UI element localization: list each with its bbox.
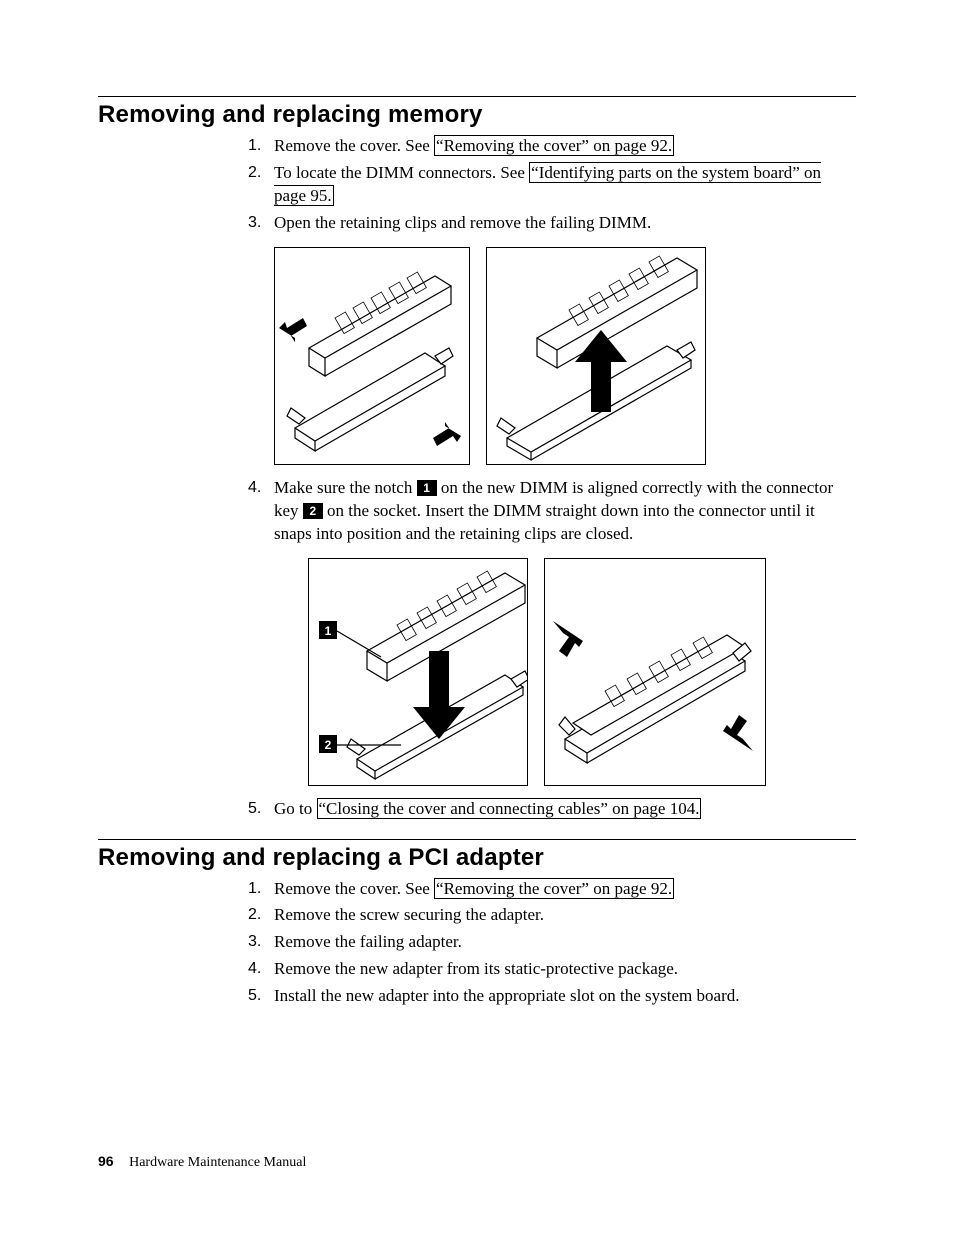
dimm-lift-illustration — [487, 248, 706, 465]
steps-memory: 1. Remove the cover. See “Removing the c… — [248, 135, 856, 235]
section-rule — [98, 96, 856, 97]
xref-removing-cover[interactable]: “Removing the cover” on page 92. — [434, 135, 674, 156]
step-number: 3. — [248, 212, 261, 234]
figure-clips-open — [274, 247, 470, 465]
callout-1: 1 — [417, 480, 437, 496]
step-text: To locate the DIMM connectors. See — [274, 163, 529, 182]
page-number: 96 — [98, 1153, 114, 1169]
dimm-insert-illustration: 1 2 — [309, 559, 528, 786]
step-text: Remove the cover. See — [274, 136, 434, 155]
xref-removing-cover[interactable]: “Removing the cover” on page 92. — [434, 878, 674, 899]
section1-content: 1. Remove the cover. See “Removing the c… — [248, 135, 856, 821]
section-rule — [98, 839, 856, 840]
section2-content: 1. Remove the cover. See “Removing the c… — [248, 878, 856, 1009]
step-number: 1. — [248, 135, 261, 157]
step-3: 3. Open the retaining clips and remove t… — [248, 212, 856, 235]
heading-memory: Removing and replacing memory — [98, 101, 856, 129]
step-text: Go to — [274, 799, 317, 818]
dimm-clip-open-illustration — [275, 248, 470, 465]
page: Removing and replacing memory 1. Remove … — [0, 0, 954, 1235]
callout-2: 2 — [303, 503, 323, 519]
figure-clips-close — [544, 558, 766, 786]
step-text-a: Make sure the notch — [274, 478, 417, 497]
step-text: Remove the cover. See — [274, 879, 434, 898]
step-number: 2. — [248, 162, 261, 184]
figure-row-2: 1 2 — [308, 558, 856, 786]
step-text: Remove the new adapter from its static-p… — [274, 959, 678, 978]
footer-title: Hardware Maintenance Manual — [129, 1155, 306, 1170]
step-number: 3. — [248, 931, 261, 953]
figure-row-1 — [274, 247, 856, 465]
step-text-c: on the socket. Insert the DIMM straight … — [274, 501, 815, 543]
step-number: 2. — [248, 904, 261, 926]
step-3: 3. Remove the failing adapter. — [248, 931, 856, 954]
step-text: Remove the screw securing the adapter. — [274, 905, 544, 924]
step-text: Remove the failing adapter. — [274, 932, 462, 951]
step-number: 4. — [248, 958, 261, 980]
dimm-clip-close-illustration — [545, 559, 766, 786]
step-number: 1. — [248, 878, 261, 900]
figure-dimm-insert: 1 2 — [308, 558, 528, 786]
step-1: 1. Remove the cover. See “Removing the c… — [248, 878, 856, 901]
step-number: 4. — [248, 477, 261, 499]
step-2: 2. Remove the screw securing the adapter… — [248, 904, 856, 927]
step-2: 2. To locate the DIMM connectors. See “I… — [248, 162, 856, 208]
step-5: 5. Go to “Closing the cover and connecti… — [248, 798, 856, 821]
page-footer: 96 Hardware Maintenance Manual — [98, 1153, 306, 1171]
svg-text:1: 1 — [325, 624, 332, 638]
step-text: Install the new adapter into the appropr… — [274, 986, 739, 1005]
step-text: Open the retaining clips and remove the … — [274, 213, 651, 232]
figure-dimm-lift — [486, 247, 706, 465]
steps-pci: 1. Remove the cover. See “Removing the c… — [248, 878, 856, 1009]
step-number: 5. — [248, 985, 261, 1007]
xref-closing-cover[interactable]: “Closing the cover and connecting cables… — [317, 798, 702, 819]
step-1: 1. Remove the cover. See “Removing the c… — [248, 135, 856, 158]
steps-memory-end: 5. Go to “Closing the cover and connecti… — [248, 798, 856, 821]
step-4: 4. Remove the new adapter from its stati… — [248, 958, 856, 981]
svg-text:2: 2 — [325, 738, 332, 752]
heading-pci: Removing and replacing a PCI adapter — [98, 844, 856, 872]
step-5: 5. Install the new adapter into the appr… — [248, 985, 856, 1008]
step-number: 5. — [248, 798, 261, 820]
step-4: 4. Make sure the notch 1 on the new DIMM… — [248, 477, 856, 546]
steps-memory-cont: 4. Make sure the notch 1 on the new DIMM… — [248, 477, 856, 546]
